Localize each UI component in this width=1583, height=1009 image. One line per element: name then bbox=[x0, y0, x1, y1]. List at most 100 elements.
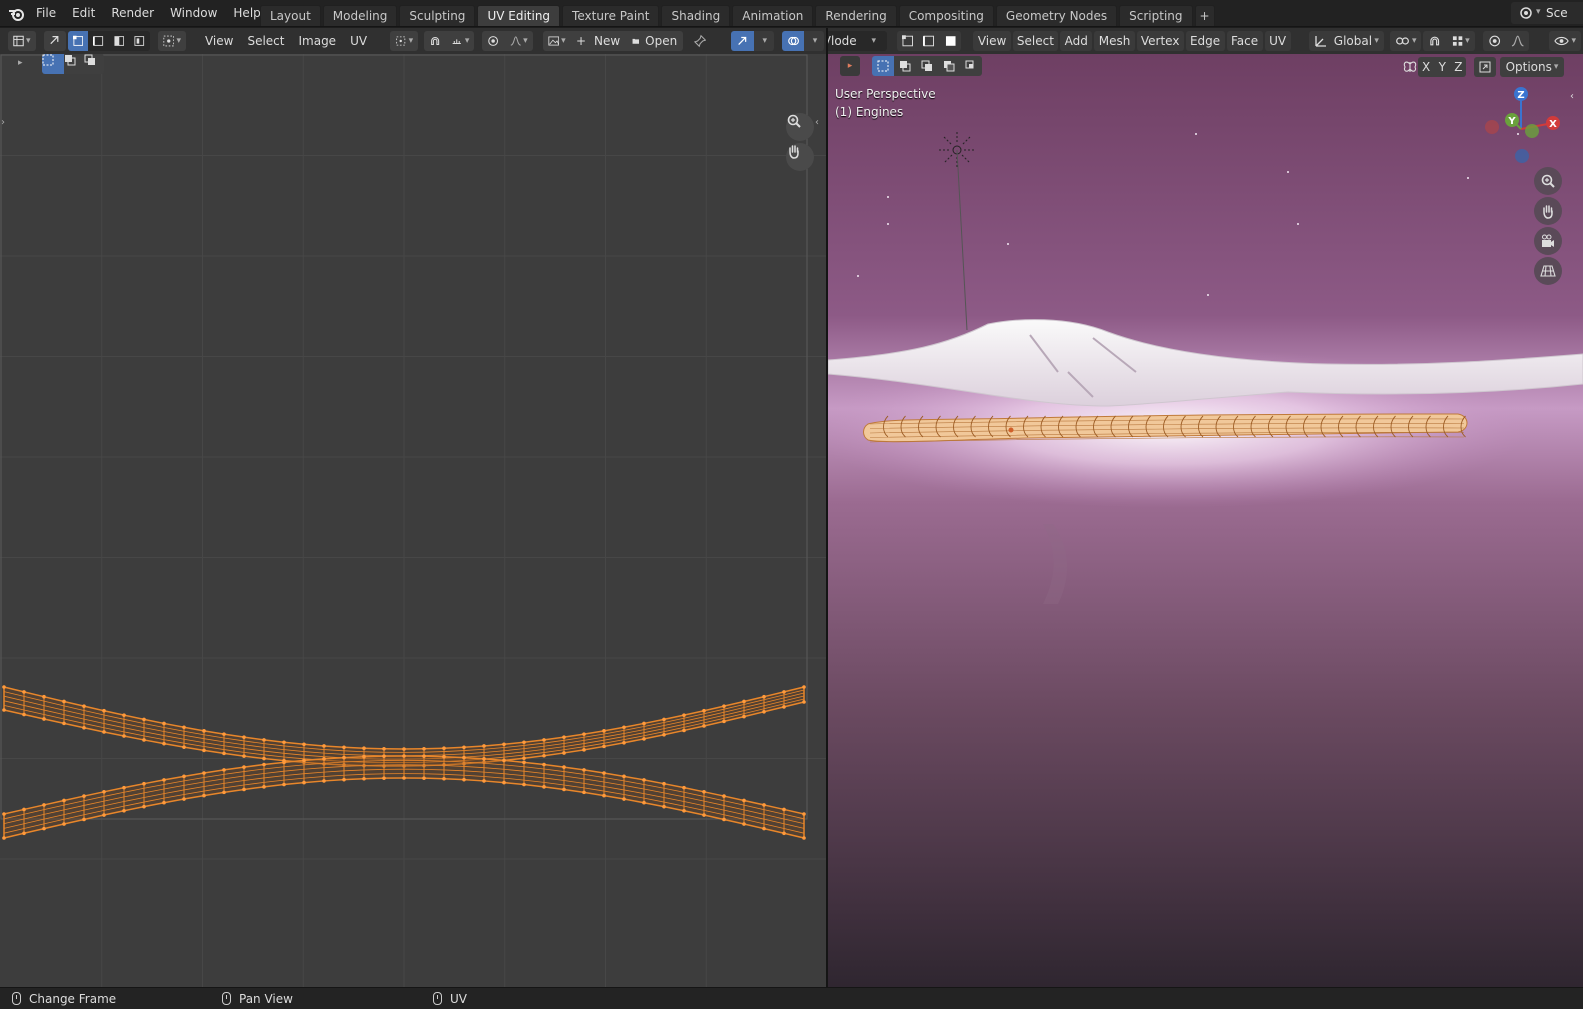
vp-menu-edge[interactable]: Edge bbox=[1185, 31, 1225, 51]
select-mode-vertex[interactable] bbox=[67, 31, 89, 51]
tab-uv-editing[interactable]: UV Editing bbox=[477, 5, 561, 26]
mode-selector[interactable]: UVlode ▾ bbox=[828, 31, 887, 51]
tab-layout[interactable]: Layout bbox=[260, 5, 321, 26]
select-new-mode[interactable] bbox=[872, 56, 894, 76]
zoom-view-button[interactable] bbox=[1534, 167, 1562, 195]
pin-image-button[interactable] bbox=[689, 31, 711, 51]
mirror-z-toggle[interactable]: Z bbox=[1450, 57, 1467, 77]
camera-view-button[interactable] bbox=[1534, 227, 1562, 255]
light-object[interactable] bbox=[939, 132, 975, 331]
menu-window[interactable]: Window bbox=[162, 0, 225, 27]
tab-scripting[interactable]: Scripting bbox=[1119, 5, 1193, 26]
snap-target-button[interactable]: ▾ bbox=[1446, 31, 1475, 51]
mirror-y-toggle[interactable]: Y bbox=[1434, 57, 1451, 77]
editor-type-button[interactable]: ▾ bbox=[8, 31, 36, 51]
uv-menu-select[interactable]: Select bbox=[240, 31, 291, 51]
toolbar-expand-arrow[interactable]: › bbox=[1, 117, 5, 128]
mouse-left-icon bbox=[12, 992, 21, 1005]
select-extend-mode[interactable] bbox=[894, 56, 916, 76]
uv-menu-view[interactable]: View bbox=[198, 31, 240, 51]
select-extend-mode[interactable] bbox=[64, 54, 84, 74]
tab-modeling[interactable]: Modeling bbox=[322, 5, 398, 26]
tool-settings-toggle[interactable]: ▸ bbox=[840, 56, 860, 76]
select-subtract-mode[interactable] bbox=[916, 56, 938, 76]
pan-view-button[interactable] bbox=[786, 143, 814, 171]
viewport-background[interactable] bbox=[828, 54, 1583, 987]
vp-menu-add[interactable]: Add bbox=[1060, 31, 1093, 51]
tab-compositing[interactable]: Compositing bbox=[898, 5, 994, 26]
open-image-button[interactable]: Open bbox=[625, 31, 684, 51]
blender-logo-icon[interactable] bbox=[8, 5, 26, 23]
menu-file[interactable]: File bbox=[28, 0, 64, 27]
sidebar-expand-arrow[interactable]: ‹ bbox=[1570, 91, 1574, 102]
tab-shading[interactable]: Shading bbox=[661, 5, 731, 26]
tab-rendering[interactable]: Rendering bbox=[815, 5, 897, 26]
mirror-x-toggle[interactable]: X bbox=[1418, 57, 1435, 77]
tool-settings-toggle[interactable]: ▸ bbox=[18, 58, 32, 72]
proportional-edit-toggle[interactable] bbox=[1482, 31, 1507, 51]
menu-render[interactable]: Render bbox=[103, 0, 162, 27]
overlays-options-button[interactable]: ▾ bbox=[804, 31, 825, 51]
vp-menu-mesh[interactable]: Mesh bbox=[1094, 31, 1135, 51]
area-divider[interactable] bbox=[826, 28, 828, 987]
select-invert-mode[interactable] bbox=[938, 56, 960, 76]
mirror-toggle[interactable] bbox=[1402, 59, 1418, 75]
gizmo-options-button[interactable]: ▾ bbox=[753, 31, 774, 51]
toggle-perspective-button[interactable] bbox=[1534, 257, 1562, 285]
tab-animation[interactable]: Animation bbox=[732, 5, 814, 26]
select-mode-face[interactable] bbox=[108, 31, 130, 51]
sticky-selection-button[interactable]: ▾ bbox=[157, 31, 186, 51]
vp-menu-vertex[interactable]: Vertex bbox=[1136, 31, 1184, 51]
proportional-falloff-button[interactable] bbox=[1506, 31, 1530, 51]
snap-toggle[interactable] bbox=[424, 31, 447, 51]
gizmo-neg-y-icon[interactable] bbox=[1525, 124, 1539, 138]
uv-menu-uv[interactable]: UV bbox=[343, 31, 374, 51]
vertex-select-mode[interactable] bbox=[896, 31, 919, 51]
browse-image-button[interactable]: ▾ bbox=[542, 31, 571, 51]
sync-selection-toggle[interactable] bbox=[43, 31, 66, 51]
face-select-mode[interactable] bbox=[939, 31, 962, 51]
edge-select-mode[interactable] bbox=[918, 31, 940, 51]
add-workspace-button[interactable]: + bbox=[1194, 5, 1215, 26]
visibility-button[interactable]: ▾ bbox=[1549, 31, 1582, 51]
select-new-mode[interactable] bbox=[42, 54, 64, 74]
pivot-point-button[interactable]: ▾ bbox=[390, 31, 419, 51]
vp-menu-select[interactable]: Select bbox=[1012, 31, 1059, 51]
transform-orientation-dropdown[interactable]: Global ▾ bbox=[1308, 31, 1384, 51]
vp-menu-face[interactable]: Face bbox=[1226, 31, 1263, 51]
select-box-tool-group[interactable] bbox=[42, 54, 106, 74]
options-dropdown[interactable]: Options ▾ bbox=[1500, 57, 1564, 77]
zoom-view-button[interactable] bbox=[786, 113, 814, 141]
select-intersect-mode[interactable] bbox=[960, 56, 982, 76]
select-subtract-mode[interactable] bbox=[84, 54, 104, 74]
auto-merge-toggle[interactable] bbox=[1474, 57, 1496, 77]
scene-selector[interactable]: ▾ Sce bbox=[1511, 2, 1583, 24]
scene-name: Sce bbox=[1546, 6, 1568, 20]
overlays-toggle[interactable] bbox=[781, 31, 805, 51]
pan-view-button[interactable] bbox=[1534, 197, 1562, 225]
vp-menu-view[interactable]: View bbox=[973, 31, 1011, 51]
gizmo-neg-x-icon[interactable] bbox=[1485, 120, 1499, 134]
vp-menu-uv[interactable]: UV bbox=[1264, 31, 1291, 51]
tab-sculpting[interactable]: Sculpting bbox=[399, 5, 476, 26]
proportional-falloff-button[interactable]: ▾ bbox=[504, 31, 533, 51]
pivot-point-button[interactable]: ▾ bbox=[1389, 31, 1422, 51]
snap-target-button[interactable]: ▾ bbox=[446, 31, 475, 51]
select-mode-island[interactable] bbox=[129, 31, 150, 51]
snap-toggle[interactable] bbox=[1423, 31, 1447, 51]
gizmo-neg-z-icon[interactable] bbox=[1515, 149, 1529, 163]
tab-texture-paint[interactable]: Texture Paint bbox=[562, 5, 660, 26]
proportional-edit-toggle[interactable] bbox=[482, 31, 505, 51]
navigation-gizmo[interactable]: Z X Y bbox=[1476, 84, 1566, 174]
sidebar-expand-arrow[interactable]: ‹ bbox=[815, 117, 819, 128]
uv-menu-image[interactable]: Image bbox=[291, 31, 343, 51]
new-image-button[interactable]: + New bbox=[570, 31, 626, 51]
gizmo-toggle[interactable] bbox=[731, 31, 754, 51]
chevron-down-icon: ▾ bbox=[1536, 7, 1541, 17]
uv-canvas[interactable]: ▸ › ‹ bbox=[0, 54, 826, 987]
face-select-icon bbox=[945, 36, 956, 46]
menu-edit[interactable]: Edit bbox=[64, 0, 103, 27]
tab-geometry-nodes[interactable]: Geometry Nodes bbox=[995, 5, 1118, 26]
select-mode-edge[interactable] bbox=[88, 31, 109, 51]
uv-grid-and-mesh[interactable] bbox=[0, 54, 826, 987]
